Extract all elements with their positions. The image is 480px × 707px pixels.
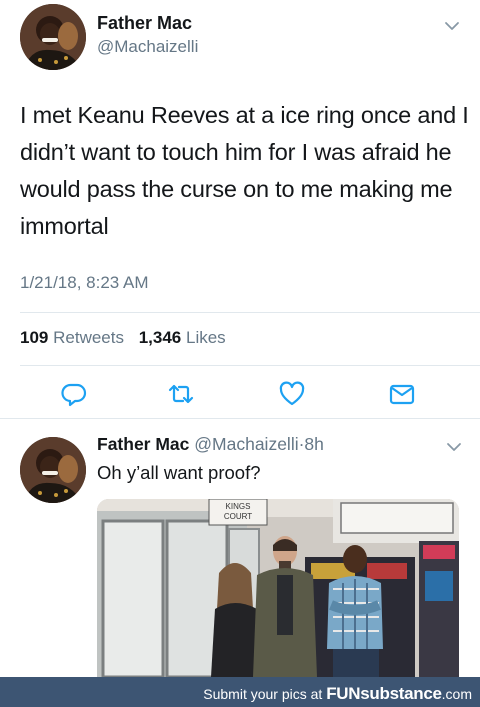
retweets-count[interactable]: 109 [20,328,48,347]
footer-prompt: Submit your pics at [203,686,323,702]
sign-line-1: KINGS [226,502,251,511]
main-tweet: Father Mac @Machaizelli I met Keanu Reev… [0,0,480,418]
avatar[interactable] [20,437,86,503]
reply-button[interactable] [60,380,88,408]
avatar-image [20,4,86,70]
chevron-down-icon[interactable] [446,441,462,453]
heart-icon [279,381,305,406]
photo-image: KINGS COURT [97,499,459,677]
chevron-down-icon[interactable] [444,20,460,32]
author-name[interactable]: Father Mac [97,434,189,454]
divider [20,312,480,313]
avatar[interactable] [20,4,86,70]
author-name[interactable]: Father Mac [97,13,192,34]
tweet-age[interactable]: 8h [304,434,323,454]
avatar-image [20,437,86,503]
envelope-icon [389,384,415,405]
footer-bar: Submit your pics at FUNsubstance.com [0,677,480,707]
attached-photo[interactable]: KINGS COURT [97,499,459,677]
direct-message-button[interactable] [388,380,416,408]
author-handle[interactable]: @Machaizelli [97,37,198,57]
reply-text: Oh y’all want proof? [97,462,261,483]
footer-text: Submit your pics at FUNsubstance.com [203,684,472,704]
retweets-label[interactable]: Retweets [53,328,124,347]
tweet-text: I met Keanu Reeves at a ice ring once an… [20,102,469,239]
tweet-timestamp[interactable]: 1/21/18, 8:23 AM [20,273,149,293]
reply-icon [61,383,87,407]
footer-tld[interactable]: .com [442,686,472,702]
sign-line-2: COURT [224,512,252,521]
action-bar [0,380,480,410]
reply-header: Father Mac @Machaizelli·8h [97,434,324,455]
tweet-stats: 109 Retweets 1,346 Likes [20,328,226,348]
divider [20,365,480,366]
likes-label[interactable]: Likes [186,328,226,347]
like-button[interactable] [278,380,306,408]
retweet-icon [168,384,194,404]
likes-count[interactable]: 1,346 [139,328,182,347]
footer-brand[interactable]: FUNsubstance [326,684,442,703]
author-handle[interactable]: @Machaizelli [194,434,298,454]
reply-tweet[interactable]: Father Mac @Machaizelli·8h Oh y’all want… [0,419,480,677]
retweet-button[interactable] [167,380,195,408]
